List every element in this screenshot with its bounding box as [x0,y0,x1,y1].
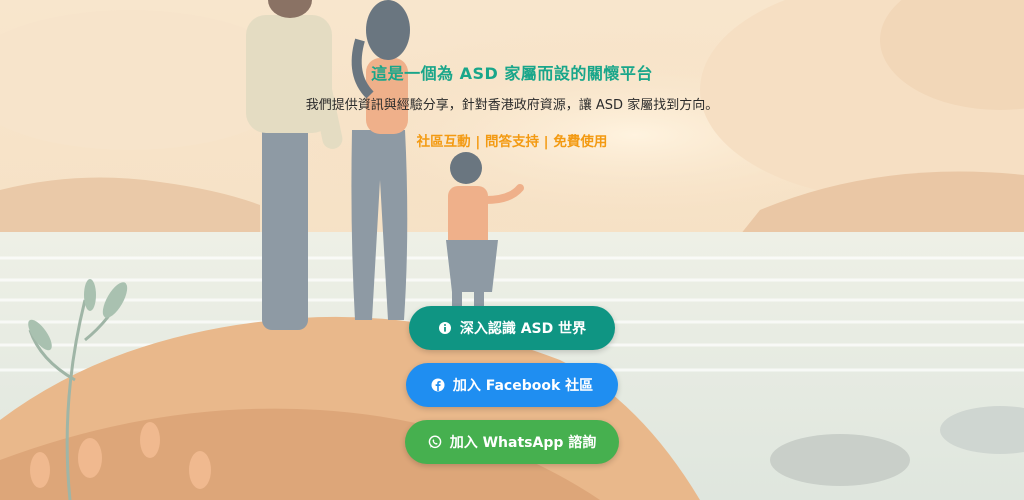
hero-section: 這是一個為 ASD 家屬而設的關懷平台 我們提供資訊與經驗分享，針對香港政府資源… [0,0,1024,500]
learn-asd-button-label: 深入認識 ASD 世界 [459,321,587,337]
facebook-icon [431,378,445,392]
join-whatsapp-button[interactable]: 加入 WhatsApp 諮詢 [405,420,619,464]
join-facebook-button-label: 加入 Facebook 社區 [452,378,594,394]
join-whatsapp-button-label: 加入 WhatsApp 諮詢 [449,435,597,451]
feature-highlights: 社區互動 | 問答支持 | 免費使用 [416,134,608,150]
learn-asd-button[interactable]: 深入認識 ASD 世界 [409,306,615,350]
page-title: 這是一個為 ASD 家屬而設的關懷平台 [371,64,653,83]
whatsapp-icon [428,435,442,449]
join-facebook-button[interactable]: 加入 Facebook 社區 [406,363,618,407]
info-icon [438,321,452,335]
page-subtitle: 我們提供資訊與經驗分享，針對香港政府資源，讓 ASD 家屬找到方向。 [305,98,719,113]
